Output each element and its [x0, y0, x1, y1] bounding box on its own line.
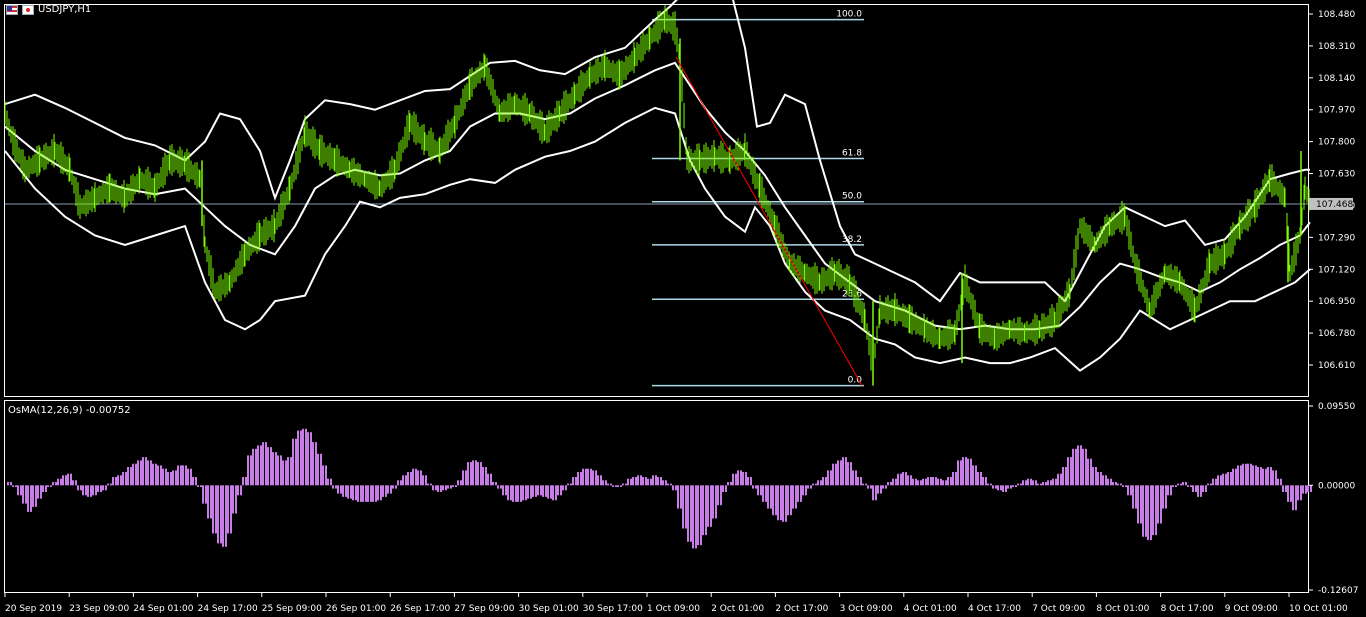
time-tick-label: 7 Oct 09:00	[1032, 604, 1085, 614]
time-tick-label: 30 Sep 01:00	[519, 604, 579, 614]
time-tick-label: 20 Sep 2019	[5, 604, 62, 614]
price-tick-label: 106.780	[1318, 329, 1355, 339]
osma-tick-label: 0.09550	[1318, 402, 1355, 412]
time-tick-label: 26 Sep 17:00	[390, 604, 450, 614]
current-price-label: 107.468	[1316, 200, 1353, 210]
time-tick-label: 2 Oct 17:00	[775, 604, 828, 614]
symbol-title: USDJPY,H1	[38, 4, 92, 15]
price-tick-label: 107.630	[1318, 170, 1355, 180]
time-tick-label: 2 Oct 01:00	[711, 604, 764, 614]
time-tick-label: 4 Oct 01:00	[904, 604, 957, 614]
time-tick-label: 8 Oct 01:00	[1096, 604, 1149, 614]
osma-tick-label: 0.00000	[1318, 481, 1355, 491]
time-tick-label: 25 Sep 09:00	[262, 604, 322, 614]
flag-jp-icon	[22, 4, 34, 15]
price-tick-label: 108.480	[1318, 10, 1355, 20]
trading-chart[interactable]: 100.061.850.038.223.60.0 108.480108.3101…	[0, 0, 1366, 617]
fib-level-label: 61.8	[842, 149, 862, 159]
time-tick-label: 3 Oct 09:00	[840, 604, 893, 614]
price-tick-label: 107.970	[1318, 106, 1355, 116]
indicator-title: OsMA(12,26,9) -0.00752	[8, 405, 131, 416]
time-tick-label: 30 Sep 17:00	[583, 604, 643, 614]
fib-level-label: 100.0	[836, 10, 862, 20]
price-tick-label: 108.310	[1318, 42, 1355, 52]
time-tick-label: 1 Oct 09:00	[647, 604, 700, 614]
time-tick-label: 10 Oct 01:00	[1289, 604, 1348, 614]
fib-level-label: 50.0	[842, 192, 862, 202]
price-tick-label: 106.610	[1318, 361, 1355, 371]
price-tick-label: 106.950	[1318, 297, 1355, 307]
time-tick-label: 23 Sep 09:00	[69, 604, 129, 614]
flag-us-icon	[6, 4, 18, 15]
time-tick-label: 27 Sep 09:00	[454, 604, 514, 614]
price-tick-label: 107.800	[1318, 138, 1355, 148]
time-tick-label: 9 Oct 09:00	[1225, 604, 1278, 614]
price-tick-label: 107.290	[1318, 233, 1355, 243]
time-tick-label: 8 Oct 17:00	[1161, 604, 1214, 614]
osma-tick-label: -0.12607	[1318, 586, 1358, 596]
symbol-header: USDJPY,H1	[6, 4, 91, 15]
fib-level-label: 0.0	[848, 376, 863, 386]
time-tick-label: 24 Sep 17:00	[198, 604, 258, 614]
price-tick-label: 107.120	[1318, 265, 1355, 275]
time-tick-label: 24 Sep 01:00	[133, 604, 193, 614]
time-tick-label: 26 Sep 01:00	[326, 604, 386, 614]
time-tick-label: 4 Oct 17:00	[968, 604, 1021, 614]
price-tick-label: 108.140	[1318, 74, 1355, 84]
